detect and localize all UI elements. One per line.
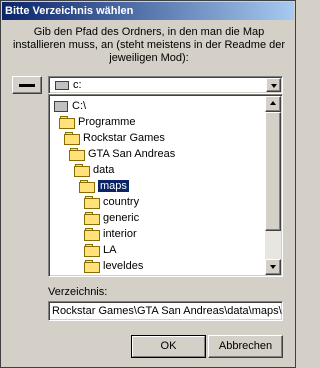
chevron-down-icon [271,84,277,88]
drive-select[interactable]: c: [48,76,283,94]
tree-item[interactable]: LA [84,242,116,258]
folder-icon [84,228,100,242]
network-button[interactable] [12,76,42,94]
directory-field[interactable]: Rockstar Games\GTA San Andreas\data\maps… [48,301,283,321]
folder-tree[interactable]: C:\ Programme Rockstar Games GTA San Andrea… [48,94,283,277]
drive-value: c: [73,79,82,91]
cancel-label: Abbrechen [218,340,273,352]
arrow-down-icon [270,265,276,269]
directory-label: Verzeichnis: [48,286,108,298]
dialog-title: Bitte Verzeichnis wählen [5,5,134,17]
tree-item-label: maps [98,180,129,192]
scroll-up-button[interactable] [265,96,281,112]
tree-item[interactable]: maps [79,178,129,194]
drive-icon [54,100,68,112]
tree-item[interactable]: data [74,162,114,178]
directory-value: Rockstar Games\GTA San Andreas\data\maps… [52,305,282,317]
tree-item[interactable]: generic [84,210,139,226]
drive-dropdown-button[interactable] [266,78,281,92]
tree-item[interactable]: interior [84,226,137,242]
folder-icon [84,260,100,274]
tree-item-label: leveldes [103,260,144,272]
tree-item-label: country [103,196,140,208]
arrow-up-icon [270,101,276,105]
tree-item-label: LA [103,244,117,256]
tree-item[interactable]: country [84,194,139,210]
folder-open-icon [64,132,80,146]
tree-item-label: GTA San Andreas [88,148,176,160]
tree-item-label: interior [103,228,137,240]
title-bar[interactable]: Bitte Verzeichnis wählen [2,2,294,20]
folder-open-icon [74,164,90,178]
folder-icon [84,212,100,226]
drive-icon [55,81,69,90]
tree-item[interactable]: leveldes [84,258,143,274]
tree-item[interactable]: Rockstar Games [64,130,165,146]
folder-icon [84,196,100,210]
tree-item[interactable]: SF [84,274,117,277]
folder-open-icon [69,148,85,162]
instruction-text: Gib den Pfad des Ordners, in den man die… [12,26,286,64]
tree-item[interactable]: Programme [59,114,135,130]
tree-item[interactable]: C:\ [54,98,86,114]
folder-icon [84,244,100,258]
cancel-button[interactable]: Abbrechen [208,335,283,358]
scroll-down-button[interactable] [265,259,281,275]
tree-scrollbar[interactable] [265,96,281,275]
tree-item[interactable]: GTA San Andreas [69,146,175,162]
folder-open-icon [79,180,95,194]
ok-button[interactable]: OK [131,335,206,358]
folder-icon [84,276,100,277]
dialog-window: Bitte Verzeichnis wählen Gib den Pfad de… [0,0,296,368]
folder-open-icon [59,116,75,130]
network-icon [19,84,35,87]
tree-item-label: Rockstar Games [83,132,165,144]
ok-label: OK [160,340,177,352]
scroll-thumb[interactable] [265,112,281,231]
tree-item-label: SF [103,276,117,277]
tree-item-label: Programme [78,116,136,128]
tree-item-label: C:\ [72,100,87,112]
tree-item-label: data [93,164,115,176]
tree-item-label: generic [103,212,140,224]
